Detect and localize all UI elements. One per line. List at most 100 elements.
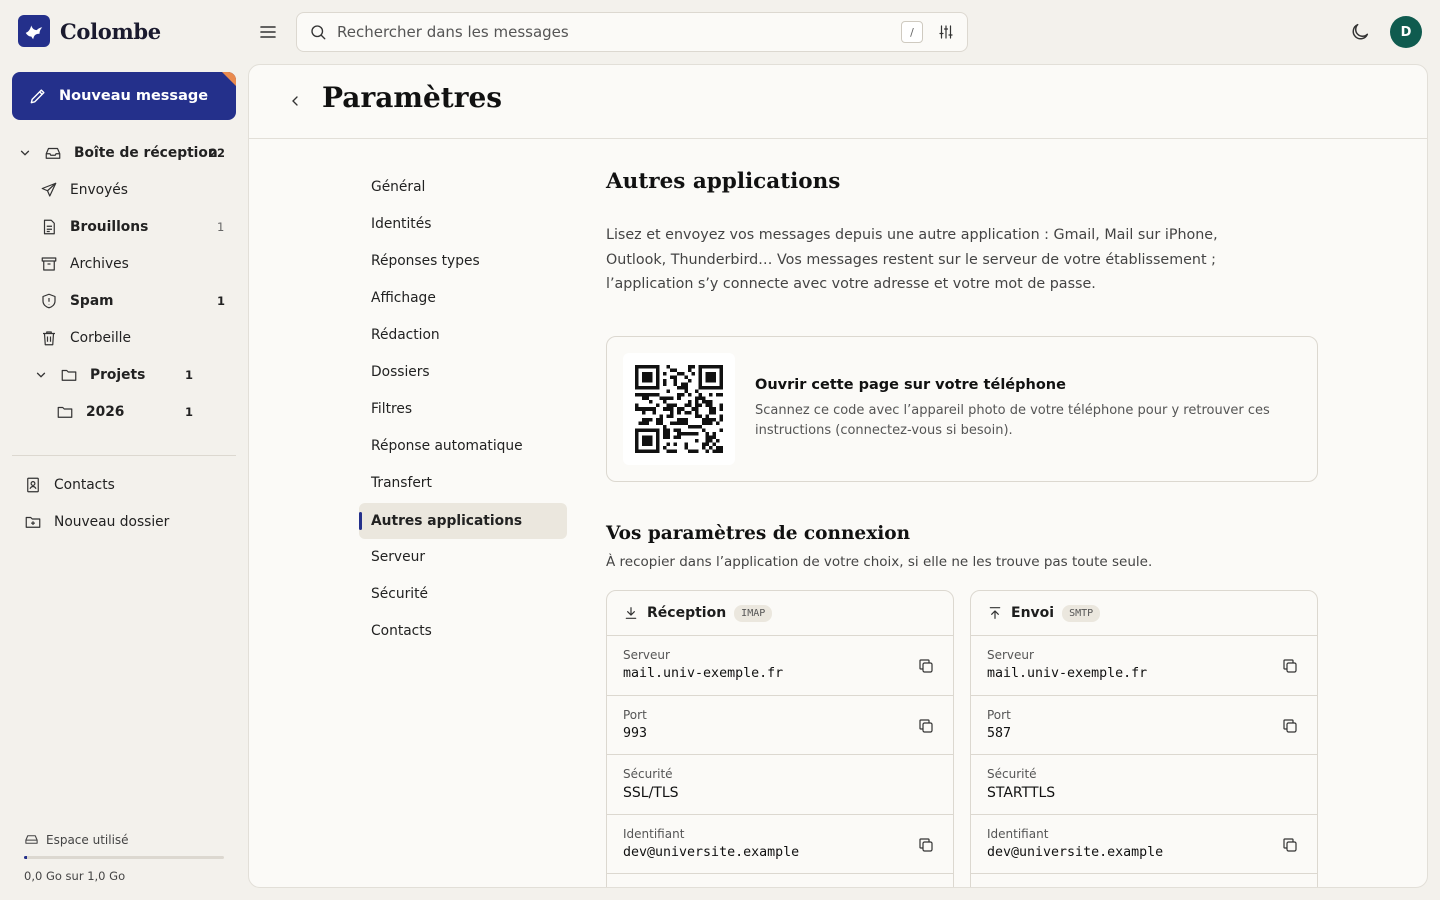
field-label: Port: [623, 707, 647, 722]
settings-nav-compose[interactable]: Rédaction: [359, 317, 567, 353]
search-bar[interactable]: /: [296, 12, 968, 52]
copy-icon[interactable]: [917, 717, 935, 735]
outgoing-row-username: Identifiant dev@universite.example: [971, 815, 1317, 874]
dark-mode-icon[interactable]: [1349, 21, 1371, 43]
sidebar-item-label: Envoyés: [70, 182, 128, 198]
field-label: Serveur: [623, 648, 670, 662]
settings-nav-server[interactable]: Serveur: [359, 539, 567, 575]
field-value: mail.univ-exemple.fr: [987, 666, 1148, 681]
copy-icon[interactable]: [1281, 836, 1299, 854]
qr-title: Ouvrir cette page sur votre téléphone: [755, 377, 1066, 393]
settings-nav-general[interactable]: Général: [359, 169, 567, 205]
protocol-badge: SMTP: [1062, 604, 1101, 622]
section-intro: Lisez et envoyez vos messages depuis une…: [606, 227, 1218, 292]
sidebar-item-spam[interactable]: Spam: [40, 286, 114, 316]
field-value: 993: [623, 725, 648, 741]
inbox-icon: [44, 144, 62, 162]
field-value: 587: [987, 725, 1012, 741]
copy-icon[interactable]: [917, 836, 935, 854]
sidebar-item-inbox[interactable]: Boîte de réception: [44, 138, 218, 168]
qr-card: Ouvrir cette page sur votre téléphone Sc…: [606, 336, 1318, 482]
chevron-left-icon[interactable]: [287, 93, 303, 109]
field-label: Sécurité: [987, 767, 1037, 781]
sidebar-item-new-folder[interactable]: Nouveau dossier: [24, 507, 169, 537]
send-icon: [40, 181, 58, 199]
field-value: dev@universite.example: [623, 844, 800, 860]
search-input[interactable]: [337, 23, 901, 41]
sidebar-item-trash[interactable]: Corbeille: [40, 323, 131, 353]
settings-nav-other-apps[interactable]: Autres applications: [359, 503, 567, 539]
sidebar-item-sent[interactable]: Envoyés: [40, 175, 128, 205]
chevron-down-icon[interactable]: [18, 146, 32, 160]
sidebar-item-2026[interactable]: 2026: [56, 397, 124, 427]
outgoing-server-card: Envoi SMTP Serveur mail.univ-exemple.fr …: [970, 590, 1318, 887]
sidebar-item-projets[interactable]: Projets: [60, 360, 145, 390]
settings-nav-forwarding[interactable]: Transfert: [359, 465, 567, 501]
incoming-row-security: Sécurité SSL/TLS: [607, 755, 953, 815]
sidebar-item-label: 2026: [86, 404, 125, 420]
sidebar-item-archives[interactable]: Archives: [40, 249, 129, 279]
storage-progress-fill: [24, 856, 27, 859]
storage-label: Espace utilisé: [24, 832, 129, 847]
copy-icon[interactable]: [917, 657, 935, 675]
settings-nav-identities[interactable]: Identités: [359, 206, 567, 242]
page-title: Paramètres: [322, 81, 503, 114]
outgoing-row-port: Port 587: [971, 696, 1317, 755]
field-value: SSL/TLS: [623, 785, 679, 801]
field-value: dev@universite.example: [987, 844, 1164, 860]
menu-icon[interactable]: [256, 20, 280, 44]
settings-panel: Paramètres Général Identités Réponses ty…: [248, 64, 1428, 888]
sidebar-item-label: Spam: [70, 293, 114, 309]
projets-count: 1: [185, 368, 194, 382]
settings-nav-contacts[interactable]: Contacts: [359, 613, 567, 649]
search-shortcut-key: /: [901, 21, 923, 43]
sidebar-item-label: Projets: [90, 367, 146, 383]
copy-icon[interactable]: [1281, 657, 1299, 675]
outgoing-row-security: Sécurité STARTTLS: [971, 755, 1317, 815]
outgoing-title: Envoi: [1011, 605, 1055, 621]
incoming-title: Réception: [647, 605, 727, 621]
connection-subtitle: À recopier dans l’application de votre c…: [606, 554, 1153, 570]
spam-count: 1: [217, 294, 226, 308]
settings-nav-filters[interactable]: Filtres: [359, 391, 567, 427]
compose-button[interactable]: Nouveau message: [12, 72, 236, 120]
draft-document-icon: [40, 218, 58, 236]
trash-icon: [40, 329, 58, 347]
settings-nav-templates[interactable]: Réponses types: [359, 243, 567, 279]
archive-box-icon: [40, 255, 58, 273]
outgoing-row-server: Serveur mail.univ-exemple.fr: [971, 636, 1317, 696]
settings-nav-folders[interactable]: Dossiers: [359, 354, 567, 390]
app-brand[interactable]: Colombe: [18, 15, 161, 47]
user-avatar[interactable]: D: [1390, 16, 1422, 48]
settings-nav-autoreply[interactable]: Réponse automatique: [359, 428, 567, 464]
field-label: Identifiant: [987, 826, 1049, 841]
section-title: Autres applications: [606, 169, 841, 194]
app-name: Colombe: [60, 18, 161, 44]
incoming-server-card: Réception IMAP Serveur mail.univ-exemple…: [606, 590, 954, 887]
sidebar-item-label: Nouveau dossier: [54, 514, 170, 530]
storage-progress-bar: [24, 856, 224, 859]
sidebar-item-contacts[interactable]: Contacts: [24, 470, 115, 500]
sidebar-divider: [12, 455, 236, 456]
compose-label: Nouveau message: [59, 88, 209, 104]
qr-code: [623, 353, 735, 465]
incoming-row-username: Identifiant dev@universite.example: [607, 815, 953, 874]
chevron-down-icon[interactable]: [34, 368, 48, 382]
folder-icon: [56, 403, 74, 421]
field-label: Port: [987, 707, 1011, 722]
incoming-card-header: Réception IMAP: [607, 591, 953, 636]
settings-nav-display[interactable]: Affichage: [359, 280, 567, 316]
address-book-icon: [24, 476, 42, 494]
sidebar-item-label: Archives: [70, 256, 129, 272]
pencil-icon: [28, 86, 48, 106]
folder-icon: [60, 366, 78, 384]
outgoing-card-header: Envoi SMTP: [971, 591, 1317, 636]
settings-nav-security[interactable]: Sécurité: [359, 576, 567, 612]
copy-icon[interactable]: [1281, 717, 1299, 735]
sidebar-item-drafts[interactable]: Brouillons: [40, 212, 148, 242]
dove-logo-icon: [18, 15, 50, 47]
filter-sliders-icon[interactable]: [937, 23, 955, 41]
upload-arrow-icon: [987, 605, 1003, 621]
field-label: Sécurité: [623, 767, 673, 781]
download-arrow-icon: [623, 605, 639, 621]
